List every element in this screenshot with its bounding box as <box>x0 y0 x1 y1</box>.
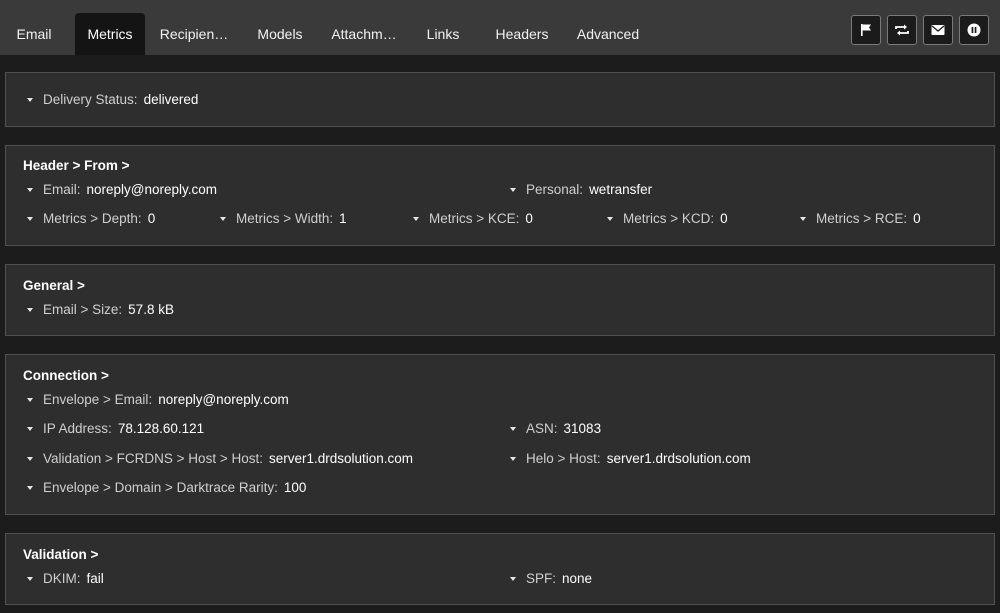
email-size-field[interactable]: Email > Size: 57.8 kB <box>27 302 174 317</box>
field-value: noreply@noreply.com <box>158 392 289 407</box>
field-value: noreply@noreply.com <box>86 182 218 197</box>
caret-down-icon <box>413 216 419 221</box>
dkim-field[interactable]: DKIM: fail <box>27 571 104 586</box>
tab-attachments[interactable]: Attachm… <box>324 13 404 55</box>
caret-down-icon <box>27 216 33 221</box>
caret-down-icon <box>510 187 516 192</box>
spf-field[interactable]: SPF: none <box>510 571 592 586</box>
metrics-depth-field[interactable]: Metrics > Depth: 0 <box>27 211 155 226</box>
panel-title: Connection > <box>23 368 109 383</box>
caret-down-icon <box>607 216 613 221</box>
field-value: wetransfer <box>589 182 653 197</box>
tab-models[interactable]: Models <box>244 13 316 55</box>
field-label: Metrics > KCD <box>623 211 711 226</box>
field-value: 0 <box>913 211 921 226</box>
caret-down-icon <box>27 187 33 192</box>
field-label: Metrics > Width <box>236 211 330 226</box>
field-label: Email > Size <box>43 302 119 317</box>
flag-icon <box>859 23 873 37</box>
field-label: SPF <box>526 571 553 586</box>
field-value: 31083 <box>563 421 602 436</box>
caret-down-icon <box>510 456 516 461</box>
field-label: Envelope > Domain > Darktrace Rarity <box>43 480 275 495</box>
caret-down-icon <box>27 397 33 402</box>
field-label: Validation > FCRDNS > Host > Host <box>43 451 260 466</box>
email-button[interactable] <box>923 15 953 45</box>
delivery-panel: Delivery Status: delivered <box>5 72 995 127</box>
envelope-icon <box>931 24 945 36</box>
caret-down-icon <box>510 426 516 431</box>
caret-down-icon <box>800 216 806 221</box>
field-label: Delivery Status <box>43 92 134 107</box>
caret-down-icon <box>27 307 33 312</box>
helo-host-field[interactable]: Helo > Host: server1.drdsolution.com <box>510 451 751 466</box>
field-value: 57.8 kB <box>128 302 174 317</box>
metrics-kcd-field[interactable]: Metrics > KCD: 0 <box>607 211 728 226</box>
field-value: 78.128.60.121 <box>117 421 205 436</box>
envelope-email-field[interactable]: Envelope > Email: noreply@noreply.com <box>27 392 289 407</box>
repeat-icon <box>894 23 910 37</box>
tab-headers[interactable]: Headers <box>484 13 560 55</box>
pause-icon <box>967 23 981 37</box>
field-label: Metrics > Depth <box>43 211 138 226</box>
tab-bar: Email Metrics Recipien… Models Attachm… … <box>0 0 1000 55</box>
caret-down-icon <box>27 456 33 461</box>
caret-down-icon <box>27 576 33 581</box>
field-label: Metrics > RCE <box>816 211 904 226</box>
validation-panel: Validation > DKIM: fail SPF: none <box>5 533 995 605</box>
field-value: 0 <box>525 211 533 226</box>
ip-address-field[interactable]: IP Address: 78.128.60.121 <box>27 421 204 436</box>
flag-button[interactable] <box>851 15 881 45</box>
field-label: Personal <box>526 182 580 197</box>
pause-button[interactable] <box>959 15 989 45</box>
field-value: 1 <box>339 211 347 226</box>
connection-panel: Connection > Envelope > Email: noreply@n… <box>5 354 995 515</box>
panel-title: Validation > <box>23 547 99 562</box>
field-value: 100 <box>283 480 307 495</box>
asn-field[interactable]: ASN: 31083 <box>510 421 601 436</box>
field-value: server1.drdsolution.com <box>606 451 751 466</box>
field-label: ASN <box>526 421 554 436</box>
caret-down-icon <box>510 576 516 581</box>
field-value: server1.drdsolution.com <box>268 451 414 466</box>
caret-down-icon <box>27 97 33 102</box>
general-panel: General > Email > Size: 57.8 kB <box>5 264 995 336</box>
caret-down-icon <box>27 426 33 431</box>
panel-title: General > <box>23 278 85 293</box>
metrics-kce-field[interactable]: Metrics > KCE: 0 <box>413 211 533 226</box>
header-from-panel: Header > From > Email: noreply@noreply.c… <box>5 145 995 246</box>
field-label: Helo > Host <box>526 451 597 466</box>
field-value: 0 <box>720 211 728 226</box>
field-value: none <box>562 571 593 586</box>
tab-recipients[interactable]: Recipien… <box>152 13 236 55</box>
field-label: Metrics > KCE <box>429 211 516 226</box>
darktrace-rarity-field[interactable]: Envelope > Domain > Darktrace Rarity: 10… <box>27 480 306 495</box>
metrics-rce-field[interactable]: Metrics > RCE: 0 <box>800 211 921 226</box>
metrics-width-field[interactable]: Metrics > Width: 1 <box>220 211 347 226</box>
fcrdns-host-field[interactable]: Validation > FCRDNS > Host > Host: serve… <box>27 451 413 466</box>
tab-links[interactable]: Links <box>414 13 472 55</box>
field-label: Envelope > Email <box>43 392 149 407</box>
tab-advanced[interactable]: Advanced <box>570 13 646 55</box>
repeat-button[interactable] <box>887 15 917 45</box>
personal-field[interactable]: Personal: wetransfer <box>510 182 652 197</box>
field-label: DKIM <box>43 571 77 586</box>
field-label: IP Address <box>43 421 109 436</box>
tab-metrics[interactable]: Metrics <box>75 13 145 55</box>
panel-title: Header > From > <box>23 158 130 173</box>
tab-email[interactable]: Email <box>0 13 68 55</box>
field-label: Email <box>43 182 77 197</box>
field-value: delivered <box>143 92 199 107</box>
field-value: fail <box>86 571 104 586</box>
caret-down-icon <box>27 485 33 490</box>
caret-down-icon <box>220 216 226 221</box>
delivery-status-field[interactable]: Delivery Status: delivered <box>27 92 198 107</box>
email-field[interactable]: Email: noreply@noreply.com <box>27 182 217 197</box>
field-value: 0 <box>147 211 156 226</box>
